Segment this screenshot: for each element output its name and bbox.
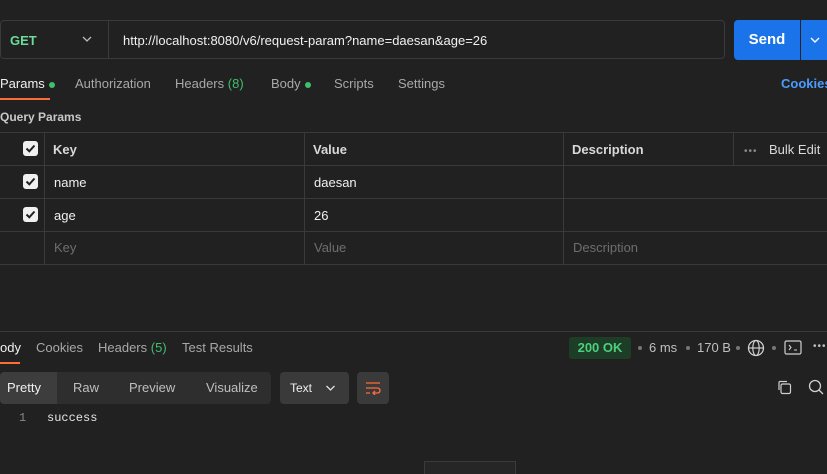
- search-icon[interactable]: [808, 379, 824, 395]
- new-description-input[interactable]: Description: [573, 240, 638, 255]
- param-key-cell[interactable]: age: [54, 208, 76, 223]
- more-options-icon[interactable]: •••: [813, 341, 827, 352]
- tab-label: Headers: [98, 340, 148, 355]
- new-value-input[interactable]: Value: [314, 240, 346, 255]
- separator-dot: [736, 346, 740, 350]
- globe-icon[interactable]: [747, 339, 765, 357]
- select-all-checkbox[interactable]: [23, 141, 38, 156]
- view-mode-raw[interactable]: Raw: [73, 380, 99, 395]
- table-border: [304, 132, 305, 264]
- status-dot: [48, 81, 55, 88]
- row-checkbox[interactable]: [23, 207, 38, 222]
- tab-headers[interactable]: Headers (8): [175, 76, 244, 91]
- table-border: [0, 198, 827, 199]
- table-border: [0, 264, 827, 265]
- new-key-input[interactable]: Key: [54, 240, 76, 255]
- checkmark-icon: [25, 177, 36, 186]
- column-header-value: Value: [313, 142, 347, 157]
- section-title: Query Params: [0, 110, 82, 124]
- param-value-cell[interactable]: 26: [314, 208, 328, 223]
- method-select[interactable]: GET: [10, 33, 37, 48]
- wrap-lines-icon: [366, 382, 381, 395]
- checkmark-icon: [25, 144, 36, 153]
- status-dot: [304, 81, 311, 88]
- response-size[interactable]: 170 B: [697, 340, 731, 355]
- cookies-link[interactable]: Cookies: [781, 76, 827, 91]
- table-border: [44, 132, 45, 264]
- tab-scripts[interactable]: Scripts: [334, 76, 374, 91]
- checkmark-icon: [25, 210, 36, 219]
- response-body-line[interactable]: success: [47, 411, 97, 425]
- tab-params[interactable]: Params: [0, 76, 55, 91]
- tab-label: Body: [271, 76, 301, 91]
- count-badge: (5): [150, 340, 167, 355]
- active-tab-indicator: [0, 98, 50, 100]
- response-tab-body[interactable]: ody: [0, 340, 21, 355]
- response-tab-headers[interactable]: Headers (5): [98, 340, 167, 355]
- chevron-down-icon: [326, 385, 335, 391]
- url-input[interactable]: http://localhost:8080/v6/request-param?n…: [123, 33, 487, 48]
- table-border: [733, 132, 734, 165]
- view-mode-visualize[interactable]: Visualize: [206, 380, 258, 395]
- table-border: [0, 165, 827, 166]
- status-badge[interactable]: 200 OK: [569, 337, 631, 359]
- separator-dot: [686, 346, 690, 350]
- pane-divider[interactable]: [0, 331, 827, 332]
- format-select-label: Text: [290, 381, 313, 395]
- table-border: [0, 231, 827, 232]
- chevron-down-icon: [810, 37, 820, 43]
- table-border: [563, 132, 564, 264]
- row-checkbox[interactable]: [23, 174, 38, 189]
- column-header-description: Description: [572, 142, 644, 157]
- tab-body[interactable]: Body: [271, 76, 311, 91]
- param-value-cell[interactable]: daesan: [314, 175, 357, 190]
- param-key-cell[interactable]: name: [54, 175, 87, 190]
- save-example-icon[interactable]: [784, 340, 802, 355]
- line-number: 1: [19, 411, 27, 425]
- bottom-panel-handle[interactable]: [424, 461, 516, 474]
- send-options-button[interactable]: [801, 20, 827, 60]
- view-mode-preview[interactable]: Preview: [129, 380, 175, 395]
- separator-dot: [772, 346, 776, 350]
- view-mode-pretty[interactable]: Pretty: [7, 380, 41, 395]
- tab-label: Params: [0, 76, 45, 91]
- wrap-lines-button[interactable]: [357, 372, 389, 404]
- response-tab-cookies[interactable]: Cookies: [36, 340, 83, 355]
- chevron-down-icon[interactable]: [82, 34, 92, 44]
- bulk-edit-button[interactable]: Bulk Edit: [769, 142, 820, 157]
- separator-dot: [638, 346, 642, 350]
- response-tab-test-results[interactable]: Test Results: [182, 340, 253, 355]
- response-time[interactable]: 6 ms: [649, 340, 677, 355]
- tab-settings[interactable]: Settings: [398, 76, 445, 91]
- copy-icon[interactable]: [777, 380, 792, 395]
- tab-authorization[interactable]: Authorization: [75, 76, 151, 91]
- count-badge: (8): [227, 76, 244, 91]
- table-border: [0, 132, 827, 133]
- active-tab-indicator: [0, 362, 20, 364]
- more-icon[interactable]: •••: [744, 146, 758, 157]
- url-divider: [108, 21, 109, 58]
- tab-label: Headers: [175, 76, 225, 91]
- send-button[interactable]: Send: [734, 20, 800, 60]
- column-header-key: Key: [53, 142, 77, 157]
